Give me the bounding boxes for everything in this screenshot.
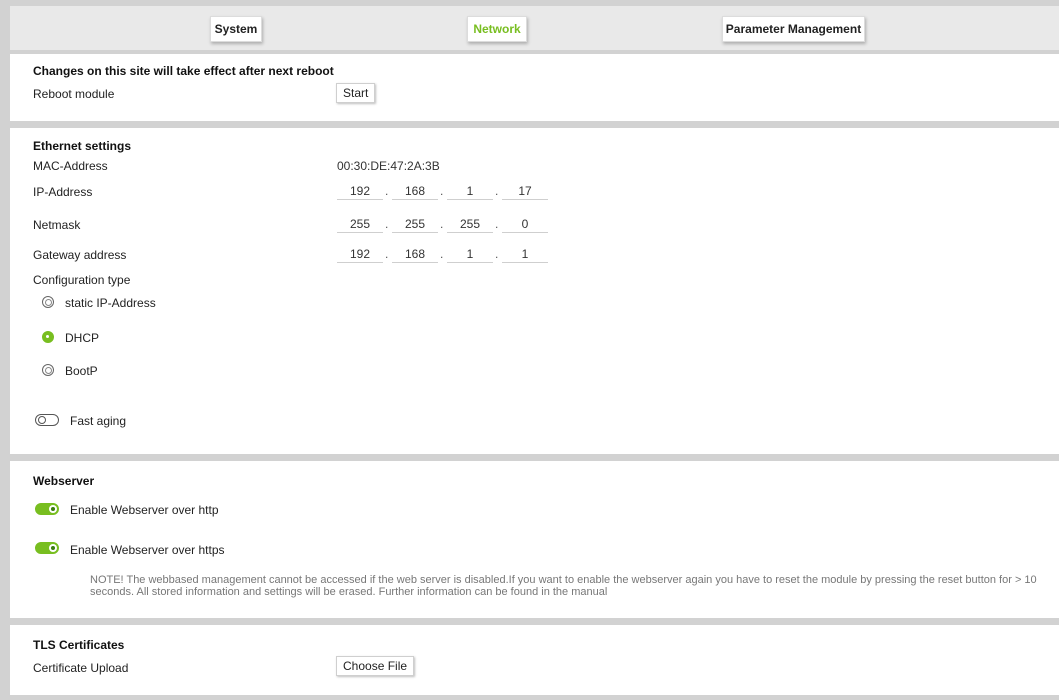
netmask-dot: . — [440, 217, 444, 231]
netmask-octet-2[interactable] — [392, 213, 438, 233]
ip-octet-3[interactable] — [447, 180, 493, 200]
tab-parameter-management[interactable]: Parameter Management — [722, 16, 865, 42]
ip-octet-4[interactable] — [502, 180, 548, 200]
webserver-heading: Webserver — [33, 474, 95, 488]
ip-octet-2[interactable] — [392, 180, 438, 200]
netmask-dot: . — [385, 217, 389, 231]
netmask-label: Netmask — [33, 218, 81, 232]
reboot-heading: Changes on this site will take effect af… — [33, 64, 334, 78]
gateway-dot: . — [385, 247, 389, 261]
webserver-https-label: Enable Webserver over https — [70, 543, 225, 557]
fast-aging-toggle[interactable] — [35, 414, 59, 426]
ip-dot: . — [495, 184, 499, 198]
ip-dot: . — [440, 184, 444, 198]
gateway-octet-2[interactable] — [392, 243, 438, 263]
reboot-module-label: Reboot module — [33, 87, 115, 101]
webserver-panel: Webserver Enable Webserver over http Ena… — [10, 461, 1059, 618]
tab-network[interactable]: Network — [467, 16, 527, 42]
webserver-http-toggle[interactable] — [35, 503, 59, 515]
webserver-http-label: Enable Webserver over http — [70, 503, 219, 517]
netmask-dot: . — [495, 217, 499, 231]
ip-octet-1[interactable] — [337, 180, 383, 200]
dhcp-radio[interactable] — [42, 331, 54, 343]
toggle-knob — [38, 416, 46, 424]
netmask-octet-3[interactable] — [447, 213, 493, 233]
bootp-radio[interactable] — [42, 364, 54, 376]
mac-address-value: 00:30:DE:47:2A:3B — [337, 159, 440, 173]
webserver-note: NOTE! The webbased management cannot be … — [90, 574, 1037, 598]
certificate-upload-label: Certificate Upload — [33, 661, 129, 675]
configuration-type-label: Configuration type — [33, 273, 131, 287]
gateway-dot: . — [440, 247, 444, 261]
ethernet-heading: Ethernet settings — [33, 139, 132, 153]
tab-system[interactable]: System — [210, 16, 262, 42]
gateway-octet-3[interactable] — [447, 243, 493, 263]
netmask-octet-4[interactable] — [502, 213, 548, 233]
bootp-label: BootP — [65, 364, 98, 378]
tls-certificates-panel: TLS Certificates Certificate Upload Choo… — [10, 625, 1059, 695]
top-tab-bar: System Network Parameter Management — [10, 6, 1059, 50]
webserver-https-toggle[interactable] — [35, 542, 59, 554]
netmask-octet-1[interactable] — [337, 213, 383, 233]
static-ip-label: static IP-Address — [65, 296, 156, 310]
tls-heading: TLS Certificates — [33, 638, 125, 652]
ip-address-label: IP-Address — [33, 185, 93, 199]
toggle-knob — [49, 505, 57, 513]
reboot-panel: Changes on this site will take effect af… — [10, 54, 1059, 121]
dhcp-label: DHCP — [65, 331, 100, 345]
ethernet-settings-panel: Ethernet settings MAC-Address 00:30:DE:4… — [10, 128, 1059, 454]
static-ip-radio[interactable] — [42, 296, 54, 308]
reboot-start-button[interactable]: Start — [336, 83, 376, 103]
mac-address-label: MAC-Address — [33, 159, 108, 173]
toggle-knob — [49, 544, 57, 552]
ip-dot: . — [385, 184, 389, 198]
gateway-octet-1[interactable] — [337, 243, 383, 263]
gateway-octet-4[interactable] — [502, 243, 548, 263]
choose-file-button[interactable]: Choose File — [336, 656, 415, 676]
fast-aging-label: Fast aging — [70, 414, 127, 428]
gateway-dot: . — [495, 247, 499, 261]
gateway-label: Gateway address — [33, 248, 127, 262]
